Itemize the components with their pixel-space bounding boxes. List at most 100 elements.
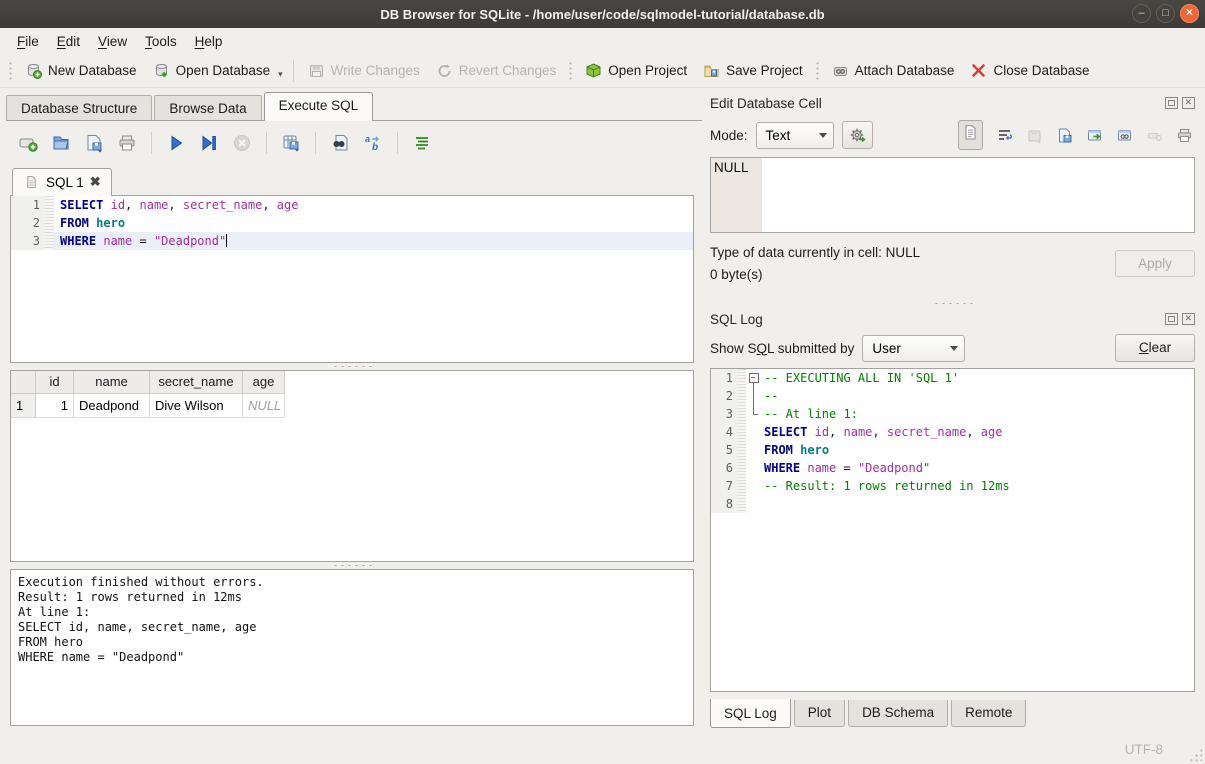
word-wrap-button[interactable] [996, 127, 1013, 144]
apply-button[interactable]: Apply [1115, 250, 1195, 277]
open-sql-file-button[interactable] [51, 133, 71, 153]
import-cell-data-button[interactable] [1026, 127, 1043, 144]
execute-sql-button[interactable] [166, 133, 186, 153]
col-header-name[interactable]: name [74, 371, 150, 394]
minimize-button[interactable]: – [1132, 4, 1151, 23]
apply-changes-auto-button[interactable] [842, 121, 873, 149]
cell-id[interactable]: 1 [36, 394, 74, 418]
sql-toolbar: ab [10, 129, 694, 157]
main-tabbar: Database Structure Browse Data Execute S… [6, 88, 702, 121]
find-icon [330, 133, 350, 153]
new-database-button[interactable]: New Database [17, 58, 145, 83]
toolbar-separator [293, 60, 294, 82]
splitter-docks[interactable] [710, 298, 1195, 308]
revert-changes-button[interactable]: Revert Changes [428, 58, 565, 83]
menu-view[interactable]: View [89, 31, 136, 52]
export-cell-data-button[interactable] [1056, 127, 1073, 144]
submitted-by-select[interactable]: User [862, 335, 965, 362]
row-number[interactable]: 1 [11, 394, 36, 418]
save-sql-file-button[interactable] [84, 133, 104, 153]
open-in-external-button[interactable] [1086, 127, 1103, 144]
sql-doc-icon [23, 175, 40, 189]
sql-doc-tab-close-icon[interactable]: ✖ [90, 174, 101, 190]
new-sql-tab-button[interactable] [18, 133, 38, 153]
sql-editor[interactable]: 1 SELECT id, name, secret_name, age 2 FR… [10, 195, 694, 363]
tab-execute-sql[interactable]: Execute SQL [264, 92, 374, 121]
splitter-editor-results[interactable] [10, 363, 694, 370]
close-database-button[interactable]: Close Database [962, 58, 1097, 83]
dock-float-icon[interactable] [1165, 97, 1178, 109]
cell-info-row: Type of data currently in cell: NULL 0 b… [710, 242, 1195, 298]
results-corner[interactable] [11, 371, 36, 394]
stop-icon [232, 133, 252, 153]
save-project-button[interactable]: Save Project [695, 58, 811, 83]
cell-editor-toolbar [958, 120, 1195, 150]
write-changes-button[interactable]: Write Changes [300, 58, 428, 83]
external-window-icon [1086, 127, 1103, 144]
open-sql-file-icon [51, 133, 71, 153]
fold-guide-end [746, 405, 762, 423]
set-null-button[interactable] [1146, 127, 1163, 144]
sql-doc-tab-label: SQL 1 [46, 175, 84, 190]
save-results-button[interactable] [281, 133, 301, 153]
col-header-secret-name[interactable]: secret_name [150, 371, 243, 394]
mode-select[interactable]: Text [756, 122, 834, 149]
menu-file[interactable]: File [8, 31, 48, 52]
tab-db-schema[interactable]: DB Schema [848, 700, 948, 727]
col-header-id[interactable]: id [36, 371, 74, 394]
cell-name[interactable]: Deadpond [74, 394, 150, 418]
print-cell-button[interactable] [1176, 127, 1193, 144]
find-button[interactable] [330, 133, 350, 153]
results-row: 1 1 Deadpond Dive Wilson NULL [11, 394, 693, 418]
tab-plot[interactable]: Plot [794, 700, 845, 727]
sql-log-viewer[interactable]: 1-- EXECUTING ALL IN 'SQL 1' 2-- 3-- At … [710, 368, 1195, 692]
execute-current-line-button[interactable] [199, 133, 219, 153]
col-header-age[interactable]: age [243, 371, 285, 394]
close-button[interactable]: ✕ [1180, 4, 1199, 23]
import-icon [1026, 127, 1043, 144]
sql-toolbar-separator [397, 132, 398, 154]
resize-grip[interactable] [1189, 748, 1202, 761]
sql-doc-tab[interactable]: SQL 1 ✖ [12, 168, 112, 196]
results-header-row: id name secret_name age [11, 371, 693, 394]
open-database-button[interactable]: Open Database [145, 58, 279, 83]
execute-icon [166, 133, 186, 153]
tab-database-structure[interactable]: Database Structure [6, 95, 152, 121]
fold-guide [746, 387, 762, 405]
tab-remote[interactable]: Remote [951, 700, 1026, 727]
menu-help[interactable]: Help [186, 31, 232, 52]
tab-sql-log[interactable]: SQL Log [710, 699, 791, 728]
printer-icon [1176, 127, 1193, 144]
execute-sql-panel: ab SQL 1 ✖ 1 SELECT id, name [6, 120, 702, 734]
open-project-button[interactable]: Open Project [577, 58, 695, 83]
stop-execution-button[interactable] [232, 133, 252, 153]
execute-line-icon [199, 133, 219, 153]
splitter-results-message[interactable] [10, 562, 694, 569]
dock-float-icon[interactable] [1165, 313, 1178, 325]
left-pane: Database Structure Browse Data Execute S… [0, 88, 702, 734]
replace-button[interactable]: ab [363, 133, 383, 153]
print-sql-button[interactable] [117, 133, 137, 153]
clear-log-button[interactable]: Clear [1115, 334, 1195, 362]
fold-marker-collapse[interactable] [746, 369, 762, 387]
cell-value-editor[interactable]: NULL [710, 157, 1195, 233]
cell-age[interactable]: NULL [243, 394, 285, 418]
dock-close-icon[interactable] [1182, 313, 1195, 325]
encoding-indicator[interactable]: UTF-8 [1125, 742, 1163, 757]
menu-edit[interactable]: Edit [48, 31, 89, 52]
main-toolbar: New Database Open Database ▾ Write Chang… [0, 54, 1205, 88]
app-window: DB Browser for SQLite - /home/user/code/… [0, 0, 1205, 764]
text-mode-toggle[interactable] [958, 120, 983, 150]
cell-secret-name[interactable]: Dive Wilson [150, 394, 243, 418]
open-database-dropdown[interactable]: ▾ [278, 61, 287, 80]
maximize-button[interactable]: □ [1156, 4, 1175, 23]
copy-link-button[interactable] [1116, 127, 1133, 144]
format-sql-button[interactable] [412, 133, 432, 153]
cell-type-info: Type of data currently in cell: NULL [710, 242, 920, 264]
sql-toolbar-separator [266, 132, 267, 154]
menu-tools[interactable]: Tools [136, 31, 186, 52]
tab-browse-data[interactable]: Browse Data [154, 95, 261, 121]
attach-database-button[interactable]: Attach Database [824, 58, 963, 83]
editor-line-current: 3 WHERE name = "Deadpond" [11, 232, 693, 250]
dock-close-icon[interactable] [1182, 97, 1195, 109]
